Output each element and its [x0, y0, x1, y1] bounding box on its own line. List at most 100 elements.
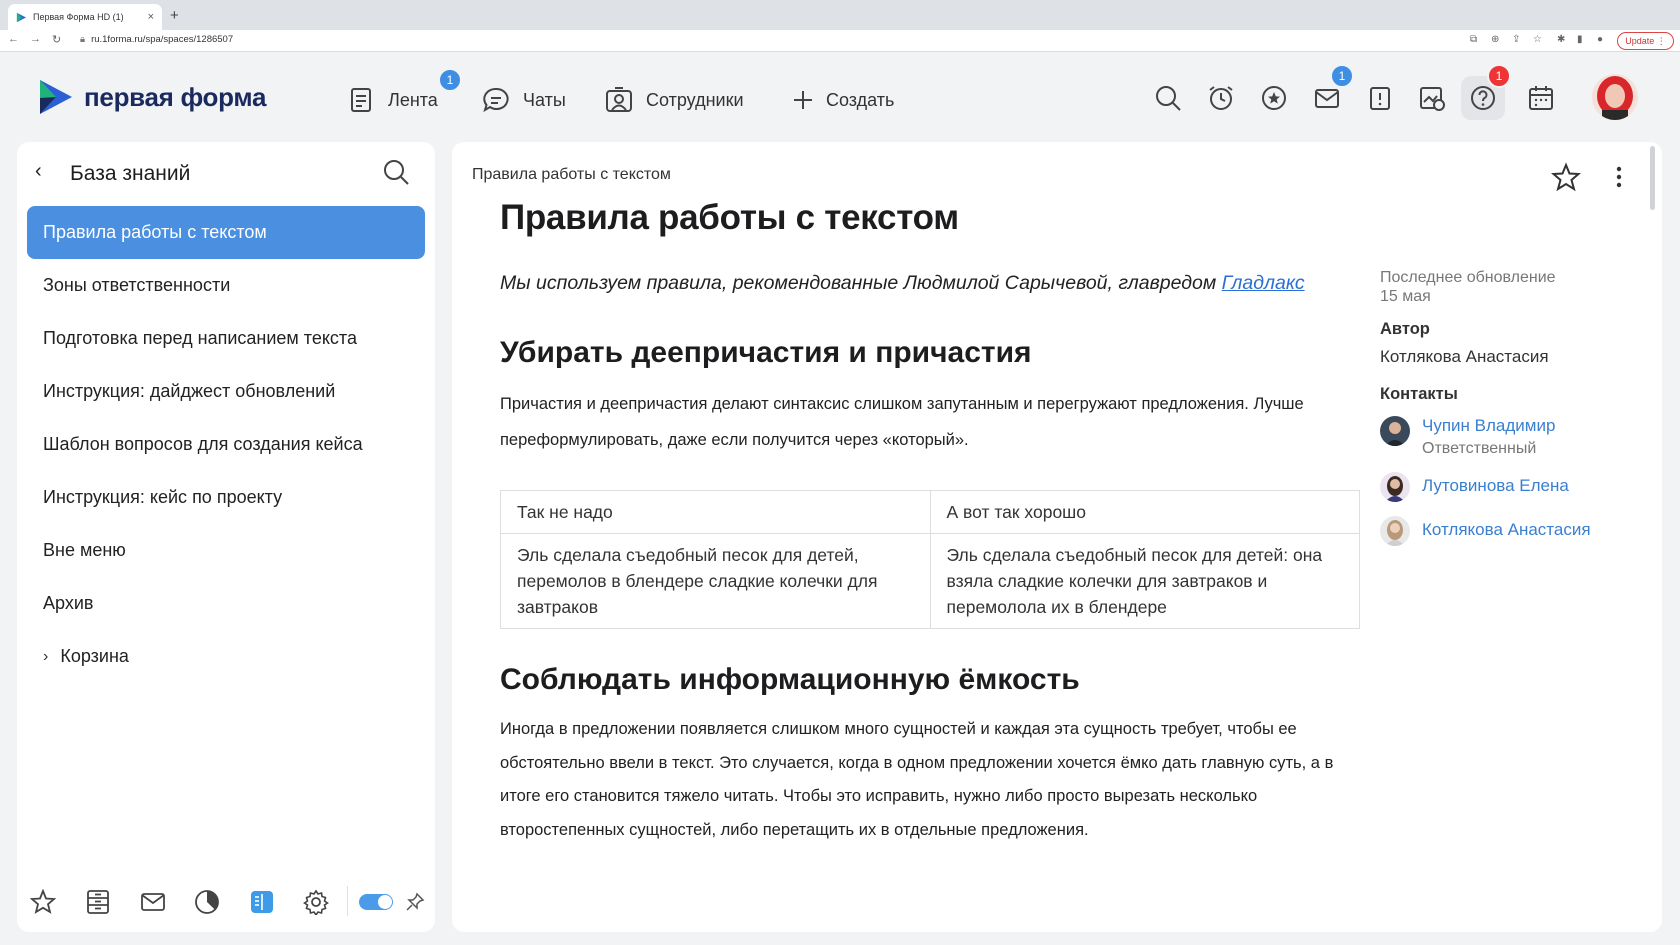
page-item-case-template[interactable]: Шаблон вопросов для создания кейса	[27, 418, 425, 471]
author-name: Котлякова Анастасия	[1380, 347, 1549, 366]
article-meta: Последнее обновление 15 мая Автор Котляк…	[1380, 268, 1650, 546]
chat-icon	[483, 87, 509, 113]
toggle-knob	[378, 895, 392, 909]
table-header-row: Так не надо А вот так хорошо	[500, 490, 1360, 534]
calendar-icon	[1529, 86, 1553, 110]
comparison-table: Так не надо А вот так хорошо Эль сделала…	[500, 490, 1360, 629]
logo[interactable]: первая форма	[38, 78, 266, 116]
table-header-cell: Так не надо	[500, 490, 931, 534]
feed-icon	[351, 88, 371, 112]
contact-name[interactable]: Котлякова Анастасия	[1422, 520, 1591, 540]
table-header-cell: А вот так хорошо	[929, 490, 1360, 534]
url-field[interactable]: 🔒︎ ru.1forma.ru/spa/spaces/1286507	[80, 34, 233, 45]
page-item-out-of-menu[interactable]: Вне меню	[27, 524, 425, 577]
pin-icon	[406, 892, 425, 911]
contact-item[interactable]: Чупин Владимир Ответственный	[1380, 416, 1650, 458]
share-icon[interactable]: ⧉	[1470, 34, 1477, 45]
reminders-button[interactable]	[1199, 76, 1243, 120]
breadcrumb[interactable]: Правила работы с текстом	[472, 166, 671, 184]
settings-tool[interactable]	[296, 882, 336, 922]
back-icon[interactable]: ←	[8, 33, 19, 45]
section-title: Соблюдать информационную ёмкость	[500, 663, 1080, 696]
page-item-preparation[interactable]: Подготовка перед написанием текста	[27, 312, 425, 365]
article-panel: Правила работы с текстом Правила работы …	[452, 142, 1662, 932]
contact-item[interactable]: Котлякова Анастасия	[1380, 516, 1650, 546]
pie-chart-icon	[195, 890, 219, 914]
calendar-button[interactable]	[1519, 76, 1563, 120]
favorites-tool[interactable]	[23, 882, 63, 922]
user-avatar-image	[1592, 74, 1638, 120]
forward-icon[interactable]: →	[30, 33, 41, 45]
employees-icon	[606, 87, 632, 112]
new-tab-button[interactable]: +	[170, 7, 179, 24]
contact-name[interactable]: Чупин Владимир	[1422, 416, 1555, 436]
nav-chats[interactable]: Чаты	[481, 80, 566, 120]
avatar	[1380, 416, 1410, 446]
page-item-digest[interactable]: Инструкция: дайджест обновлений	[27, 365, 425, 418]
back-chevron-icon[interactable]: ‹	[35, 160, 42, 183]
sidepanel-icon[interactable]: ▮	[1577, 34, 1583, 45]
page-item-responsibility[interactable]: Зоны ответственности	[27, 259, 425, 312]
knowledge-base-panel: ‹ База знаний Правила работы с текстом З…	[17, 142, 435, 932]
zoom-icon[interactable]: ⊕	[1491, 34, 1499, 45]
scrollbar[interactable]	[1650, 146, 1655, 210]
alert-board-icon	[1370, 87, 1390, 110]
mail-tool[interactable]	[133, 882, 173, 922]
page-item-text-rules[interactable]: Правила работы с текстом	[27, 206, 425, 259]
extensions-icon[interactable]: ✱	[1557, 34, 1565, 45]
book-icon	[251, 891, 273, 913]
update-button[interactable]: Update ⋮	[1617, 32, 1674, 50]
favicon-icon	[16, 12, 27, 22]
panel-footer	[17, 882, 435, 928]
browser-tab[interactable]: Первая Форма HD (1) ×	[8, 4, 162, 30]
feed-badge: 1	[438, 68, 462, 92]
upload-icon[interactable]: ⇪	[1512, 34, 1520, 45]
table-row: Эль сделала съедобный песок для детей, п…	[500, 533, 1360, 629]
bookmark-star-icon[interactable]: ☆	[1533, 34, 1542, 45]
tab-title: Первая Форма HD (1)	[33, 12, 124, 22]
registry-tool[interactable]	[78, 882, 118, 922]
section-title: Убирать деепричастия и причастия	[500, 336, 1032, 369]
search-button[interactable]	[1146, 76, 1190, 120]
favorites-button[interactable]	[1252, 76, 1296, 120]
mail-alert-icon	[1315, 89, 1339, 108]
knowledge-base-tool[interactable]	[242, 882, 282, 922]
contact-name[interactable]: Лутовинова Елена	[1422, 476, 1569, 496]
user-avatar[interactable]	[1592, 74, 1638, 120]
section-text: Иногда в предложении появляется слишком …	[500, 720, 1334, 839]
kebab-menu-icon	[1616, 166, 1622, 188]
page-list: Правила работы с текстом Зоны ответствен…	[27, 206, 425, 683]
article-body: Правила работы с текстом Мы используем п…	[500, 198, 1360, 847]
star-icon	[1550, 162, 1582, 192]
page-item-project-case[interactable]: Инструкция: кейс по проекту	[27, 471, 425, 524]
pin-tool[interactable]	[395, 882, 435, 922]
star-chat-icon	[1262, 86, 1286, 110]
profile-icon[interactable]: ●	[1597, 34, 1603, 45]
nav-feed[interactable]: Лента	[348, 80, 438, 120]
page-item-archive[interactable]: Архив	[27, 577, 425, 630]
tab-close-icon[interactable]: ×	[148, 11, 154, 23]
reload-icon[interactable]: ↻	[52, 33, 61, 46]
nav-employees[interactable]: Сотрудники	[604, 80, 744, 120]
cabinet-icon	[87, 890, 109, 914]
help-badge: 1	[1487, 64, 1511, 88]
favorite-button[interactable]	[1550, 162, 1582, 197]
page-item-trash[interactable]: › Корзина	[27, 630, 425, 683]
glavred-link[interactable]: Гладлакс	[1222, 272, 1305, 294]
panel-toggle[interactable]	[359, 894, 393, 910]
nav-create[interactable]: Создать	[792, 80, 894, 120]
star-icon	[30, 889, 56, 914]
updated-label: Последнее обновление	[1380, 269, 1556, 286]
panel-search-icon[interactable]	[382, 158, 410, 191]
more-menu-button[interactable]	[1614, 162, 1624, 197]
avatar	[1380, 516, 1410, 546]
section-text: Причастия и деепричастия делают синтакси…	[500, 395, 1304, 449]
footer-divider	[347, 886, 348, 916]
table-cell: Эль сделала съедобный песок для детей, п…	[500, 533, 931, 629]
contact-item[interactable]: Лутовинова Елена	[1380, 472, 1650, 502]
tasks-button[interactable]	[1410, 76, 1454, 120]
chevron-right-icon[interactable]: ›	[43, 648, 48, 666]
alerts-button[interactable]	[1358, 76, 1402, 120]
help-icon	[1471, 86, 1495, 110]
reports-tool[interactable]	[187, 882, 227, 922]
